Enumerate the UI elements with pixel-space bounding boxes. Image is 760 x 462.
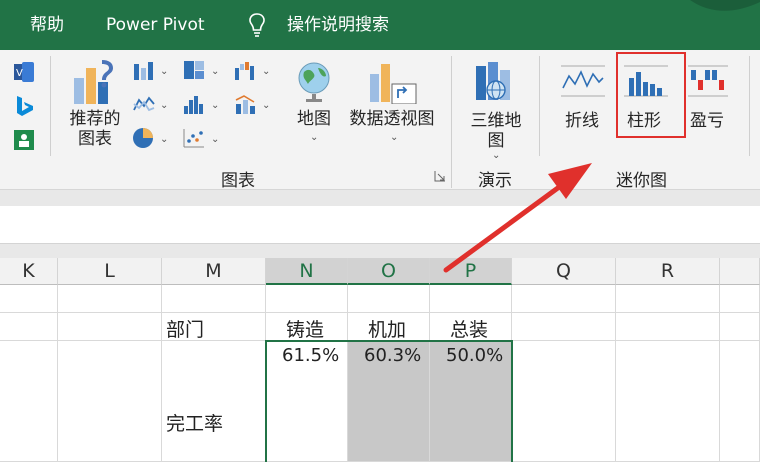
excel-window: 帮助 Power Pivot 操作说明搜索 V 推荐的 图表 ⌄ ⌄ ⌄ ⌄ ⌄… bbox=[0, 0, 760, 462]
annotation-arrow bbox=[443, 163, 592, 273]
